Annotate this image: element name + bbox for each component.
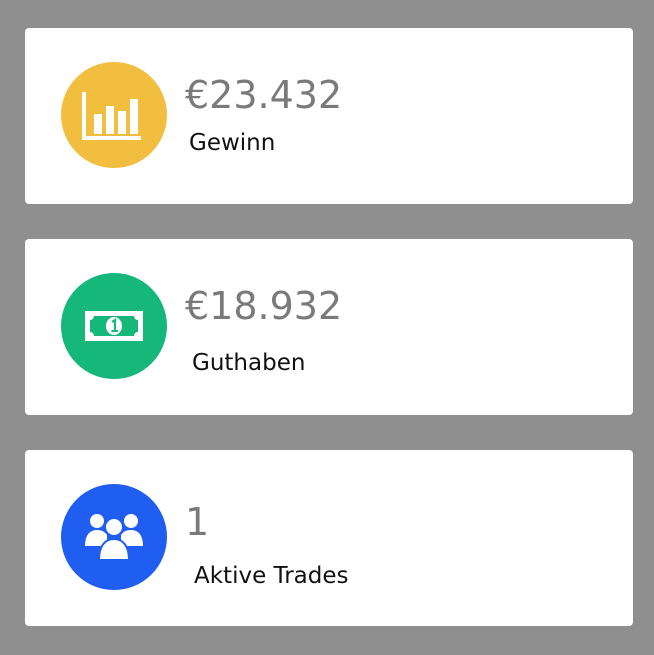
stat-value-aktive-trades: 1 xyxy=(185,500,210,544)
bar-chart-icon xyxy=(61,62,167,168)
stat-label-gewinn: Gewinn xyxy=(189,130,276,156)
stat-value-guthaben: €18.932 xyxy=(185,284,343,328)
stat-value-gewinn: €23.432 xyxy=(185,73,343,117)
stat-card-aktive-trades: 1 Aktive Trades xyxy=(25,450,633,626)
stat-card-guthaben: €18.932 Guthaben xyxy=(25,239,633,415)
stat-card-gewinn: €23.432 Gewinn xyxy=(25,28,633,204)
stat-label-guthaben: Guthaben xyxy=(192,350,306,376)
users-icon xyxy=(61,484,167,590)
banknote-icon xyxy=(61,273,167,379)
stat-label-aktive-trades: Aktive Trades xyxy=(194,563,349,589)
